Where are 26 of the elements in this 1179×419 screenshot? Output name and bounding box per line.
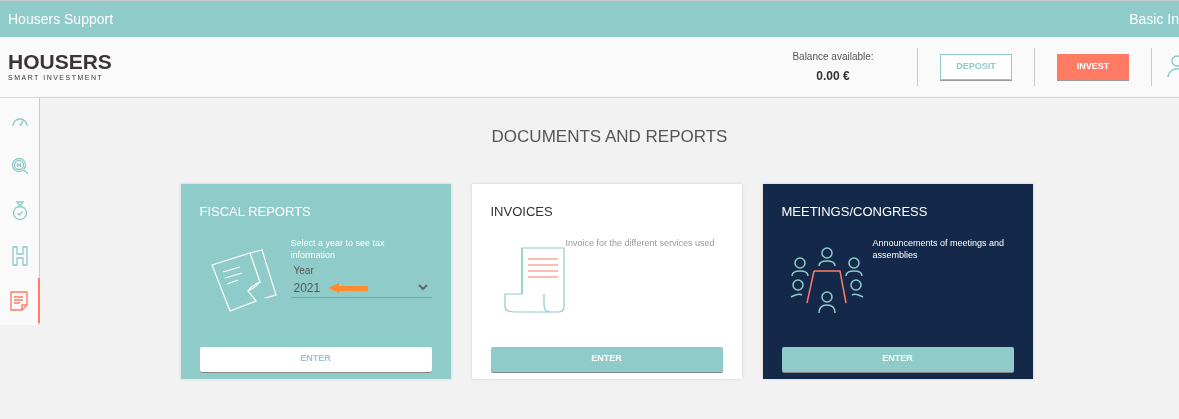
card-description: Invoice for the different services used <box>565 236 716 249</box>
card-description: Announcements of meetings and assemblies <box>872 236 1006 261</box>
top-bar-link[interactable]: Basic In <box>1129 8 1179 30</box>
card-description: Select a year to see tax information <box>290 236 386 261</box>
page-title: DOCUMENTS AND REPORTS <box>491 126 728 148</box>
chevron-down-icon <box>417 284 428 291</box>
document-icon <box>10 290 28 311</box>
year-label: Year <box>293 263 315 278</box>
annotation-arrow <box>326 280 369 295</box>
h-shape-icon <box>11 245 28 266</box>
stopwatch-icon <box>11 200 28 221</box>
invoice-drawing <box>504 246 568 313</box>
card-title: FISCAL REPORTS <box>199 203 312 220</box>
enter-button[interactable]: ENTER <box>490 346 723 372</box>
balance-label: Balance available: <box>792 50 874 64</box>
search-icon <box>10 156 29 175</box>
support-title: Housers Support <box>8 9 114 29</box>
card-title: INVOICES <box>490 203 554 220</box>
enter-button[interactable]: ENTER <box>199 346 432 372</box>
logo-wordmark: HOUSERS <box>8 51 113 73</box>
deposit-button[interactable]: DEPOSIT <box>940 54 1012 80</box>
balance-value: 0.00 € <box>816 68 850 85</box>
invest-button[interactable]: INVEST <box>1057 54 1129 80</box>
card-title: MEETINGS/CONGRESS <box>781 203 929 220</box>
enter-button[interactable]: ENTER <box>781 346 1014 372</box>
year-select[interactable]: 2021 <box>290 278 432 298</box>
